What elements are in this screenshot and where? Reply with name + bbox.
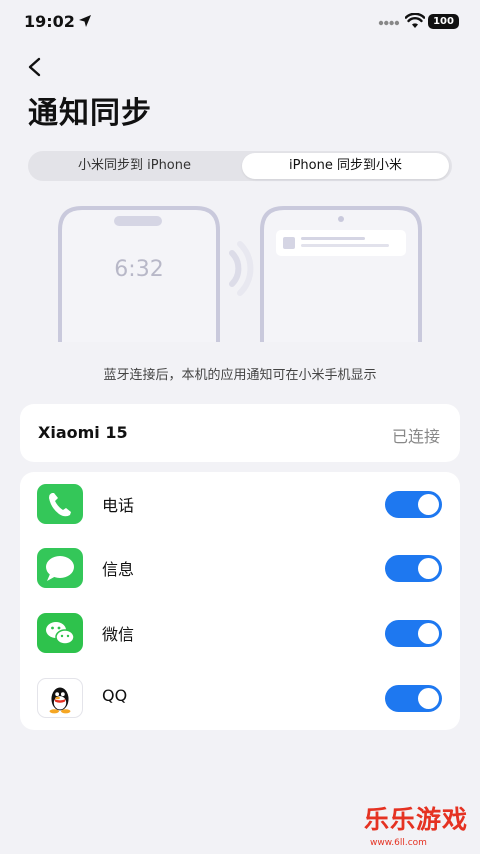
xiaomi-phone-illustration <box>260 206 422 342</box>
toggle-messages[interactable] <box>385 555 442 582</box>
device-name: Xiaomi 15 <box>38 423 128 442</box>
segment-xiaomi-to-iphone[interactable]: 小米同步到 iPhone <box>31 153 238 179</box>
back-chevron-icon[interactable] <box>24 56 46 78</box>
device-card[interactable]: Xiaomi 15 已连接 <box>20 404 460 462</box>
messages-icon <box>37 548 83 588</box>
phone-icon <box>37 484 83 524</box>
qq-icon <box>37 678 83 718</box>
segment-iphone-to-xiaomi[interactable]: iPhone 同步到小米 <box>242 153 449 179</box>
app-label-messages: 信息 <box>102 560 135 579</box>
toggle-wechat[interactable] <box>385 620 442 647</box>
iphone-illustration: 6:32 <box>58 206 220 342</box>
battery-indicator: 100 <box>428 14 459 29</box>
app-label-qq: QQ <box>102 686 128 705</box>
toggle-knob <box>418 558 439 579</box>
sync-caption: 蓝牙连接后，本机的应用通知可在小米手机显示 <box>103 368 377 383</box>
toggle-qq[interactable] <box>385 685 442 712</box>
status-time: 19:02 <box>24 12 75 31</box>
signal-dots-icon <box>378 20 400 26</box>
page-title: 通知同步 <box>28 96 152 131</box>
app-row-wechat: 微信 <box>20 601 460 665</box>
app-label-wechat: 微信 <box>102 625 135 644</box>
sync-direction-segmented-control: 小米同步到 iPhone iPhone 同步到小米 <box>28 151 452 181</box>
app-row-phone: 电话 <box>20 472 460 536</box>
watermark-url: www.6ll.com <box>370 838 427 848</box>
watermark-logo-text: 乐乐游戏 <box>364 805 469 834</box>
wifi-icon <box>405 13 425 28</box>
toggle-knob <box>418 494 439 515</box>
toggle-knob <box>418 623 439 644</box>
sync-illustration: 6:32 <box>58 206 422 342</box>
lock-screen-time: 6:32 <box>114 257 163 282</box>
app-list-card: 电话 信息 微信 QQ <box>20 472 460 730</box>
toggle-knob <box>418 688 439 709</box>
app-row-qq: QQ <box>20 666 460 730</box>
app-row-messages: 信息 <box>20 536 460 600</box>
location-arrow-icon <box>79 15 91 27</box>
status-bar: 19:02 100 <box>0 0 480 46</box>
app-label-phone: 电话 <box>102 496 135 515</box>
device-connection-status: 已连接 <box>391 427 440 446</box>
wechat-icon <box>37 613 83 653</box>
signal-waves-icon <box>229 241 254 296</box>
toggle-phone[interactable] <box>385 491 442 518</box>
